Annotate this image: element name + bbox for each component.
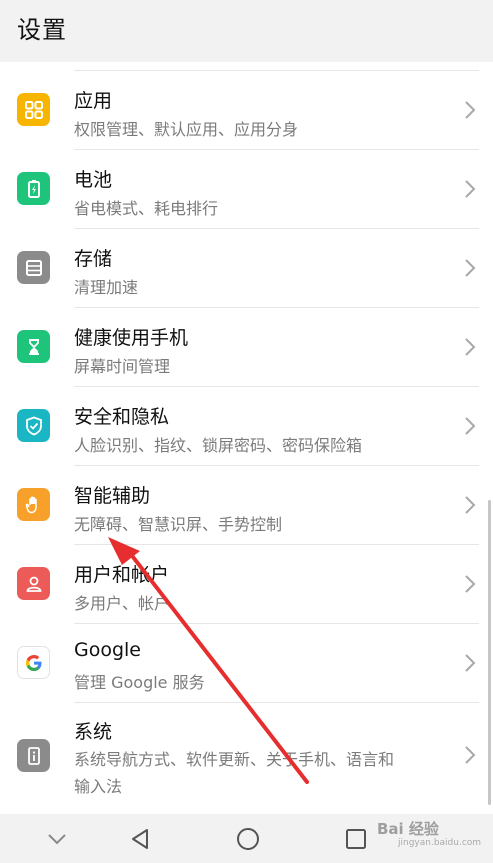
item-title: 智能辅助 xyxy=(74,485,151,507)
page-title: 设置 xyxy=(17,16,67,44)
chevron-right-icon xyxy=(465,654,476,672)
item-title: 应用 xyxy=(74,90,113,112)
settings-item-apps[interactable]: 应用 权限管理、默认应用、应用分身 xyxy=(0,71,493,150)
item-title: 安全和隐私 xyxy=(74,406,170,428)
watermark: Bai 经验 xyxy=(377,820,439,838)
nav-back-button[interactable] xyxy=(110,814,170,863)
shield-check-icon xyxy=(17,409,50,442)
chevron-right-icon xyxy=(465,496,476,514)
chevron-right-icon xyxy=(465,259,476,277)
chevron-right-icon xyxy=(465,575,476,593)
chevron-down-icon xyxy=(48,833,66,844)
chevron-right-icon xyxy=(465,101,476,119)
item-subtitle: 系统导航方式、软件更新、关于手机、语言和 xyxy=(74,750,395,769)
google-icon xyxy=(17,646,50,679)
item-subtitle: 多用户、帐户 xyxy=(74,594,171,613)
back-triangle-icon xyxy=(132,828,148,849)
item-title: 系统 xyxy=(74,721,113,743)
chevron-right-icon xyxy=(465,746,476,764)
scrollbar[interactable] xyxy=(488,500,491,805)
item-subtitle: 屏幕时间管理 xyxy=(74,357,171,376)
item-title: 存储 xyxy=(74,248,113,270)
recents-square-icon xyxy=(346,828,366,849)
item-subtitle-continued: 输入法 xyxy=(74,777,123,796)
system-info-icon xyxy=(17,739,50,772)
item-subtitle: 人脸识别、指纹、锁屏密码、密码保险箱 xyxy=(74,436,363,455)
storage-icon xyxy=(17,251,50,284)
settings-item-security[interactable]: 安全和隐私 人脸识别、指纹、锁屏密码、密码保险箱 xyxy=(0,387,493,466)
chevron-right-icon xyxy=(465,180,476,198)
item-subtitle: 权限管理、默认应用、应用分身 xyxy=(74,120,299,139)
header: 设置 xyxy=(0,0,493,56)
nav-home-button[interactable] xyxy=(218,814,278,863)
item-title: 健康使用手机 xyxy=(74,327,189,349)
chevron-right-icon xyxy=(465,338,476,356)
apps-grid-icon xyxy=(17,93,50,126)
settings-item-system[interactable]: 系统 系统导航方式、软件更新、关于手机、语言和 输入法 xyxy=(0,703,493,811)
settings-item-digital-balance[interactable]: 健康使用手机 屏幕时间管理 xyxy=(0,308,493,387)
settings-item-battery[interactable]: 电池 省电模式、耗电排行 xyxy=(0,150,493,229)
nav-collapse-button[interactable] xyxy=(27,814,87,863)
settings-item-google[interactable]: Google 管理 Google 服务 xyxy=(0,624,493,703)
settings-item-users-accounts[interactable]: 用户和帐户 多用户、帐户 xyxy=(0,545,493,624)
item-subtitle: 清理加速 xyxy=(74,278,139,297)
watermark-url: jingyan.baidu.com xyxy=(398,838,482,848)
hourglass-icon xyxy=(17,330,50,363)
settings-item-smart-assistance[interactable]: 智能辅助 无障碍、智慧识屏、手势控制 xyxy=(0,466,493,545)
user-icon xyxy=(17,567,50,600)
settings-item-storage[interactable]: 存储 清理加速 xyxy=(0,229,493,308)
item-title: 用户和帐户 xyxy=(74,564,170,586)
hand-icon xyxy=(17,488,50,521)
settings-list: 应用 权限管理、默认应用、应用分身 电池 省电模式、耗电排行 存储 清理加速 健… xyxy=(0,62,493,814)
item-subtitle: 管理 Google 服务 xyxy=(74,673,205,692)
item-subtitle: 省电模式、耗电排行 xyxy=(74,199,219,218)
item-subtitle: 无障碍、智慧识屏、手势控制 xyxy=(74,515,283,534)
item-title: Google xyxy=(74,639,142,661)
chevron-right-icon xyxy=(465,417,476,435)
item-title: 电池 xyxy=(74,169,113,191)
battery-icon xyxy=(17,172,50,205)
home-circle-icon xyxy=(237,827,259,850)
